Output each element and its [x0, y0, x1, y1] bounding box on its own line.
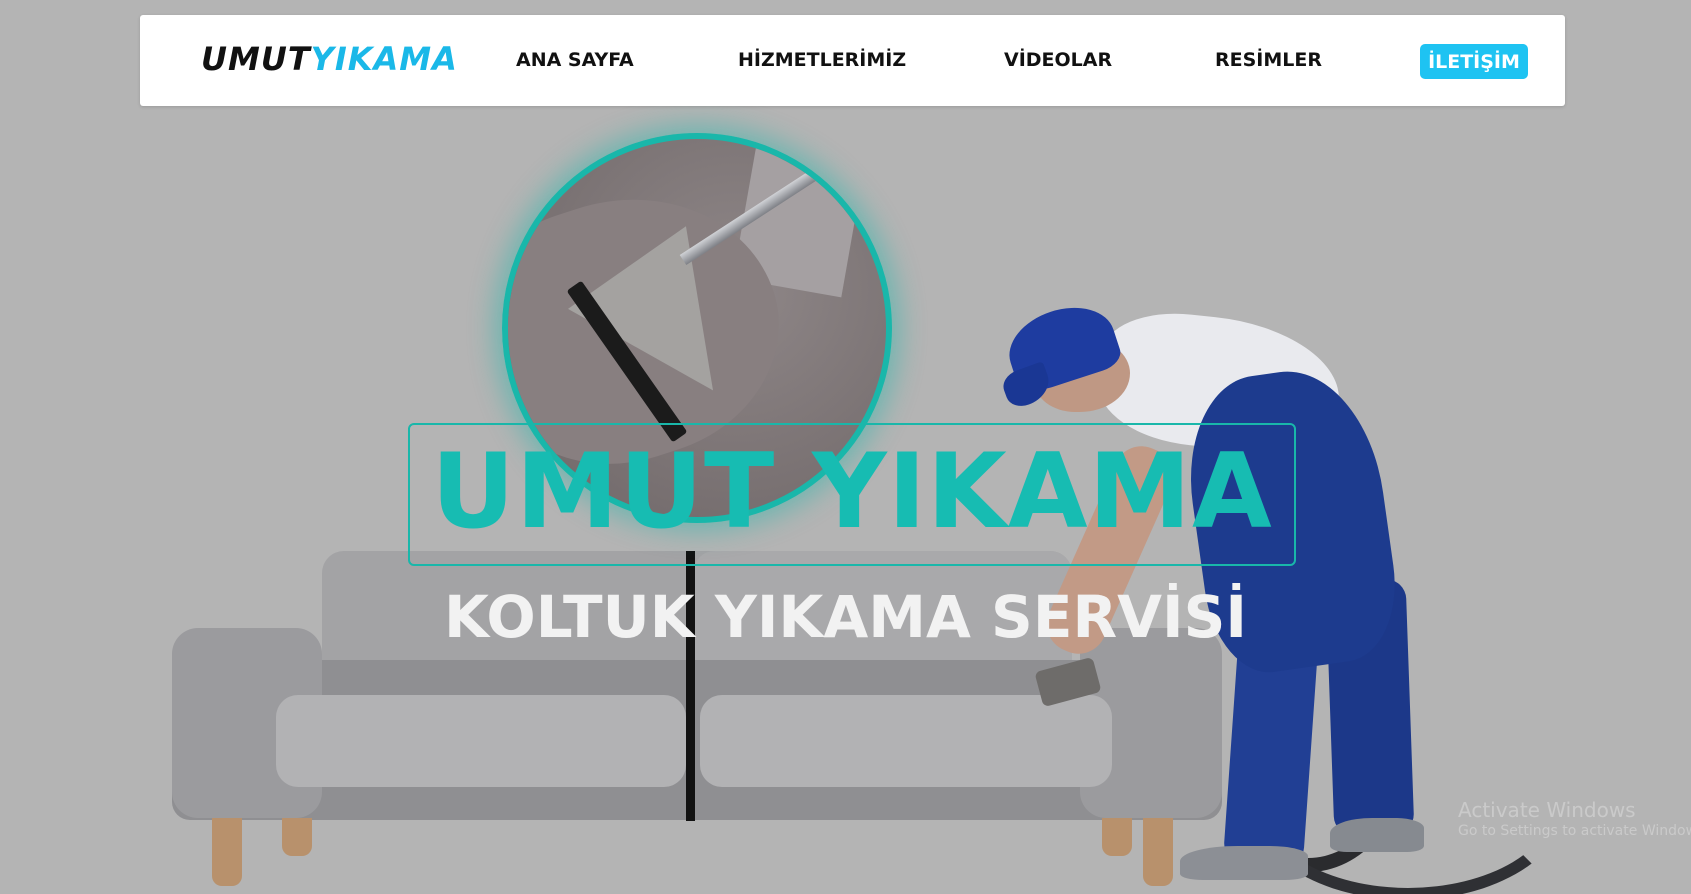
logo-text-umut: UMUT: [201, 40, 311, 78]
activate-windows-watermark: Activate Windows Go to Settings to activ…: [1458, 798, 1691, 840]
nav-link-videos[interactable]: VİDEOLAR: [1004, 49, 1112, 72]
worker-shoe: [1330, 818, 1424, 852]
contact-button[interactable]: İLETİŞİM: [1420, 44, 1528, 79]
hero-section: UMUT YIKAMA KOLTUK YIKAMA SERVİSİ: [0, 0, 1691, 894]
navbar: UMUTYIKAMA ANA SAYFA HİZMETLERİMİZ VİDEO…: [140, 15, 1565, 106]
watermark-line1: Activate Windows: [1458, 798, 1636, 822]
hero-subtitle: KOLTUK YIKAMA SERVİSİ: [444, 583, 1247, 651]
nav-link-services[interactable]: HİZMETLERİMİZ: [738, 49, 906, 72]
logo-text-yikama: YIKAMA: [310, 40, 458, 78]
watermark-line2: Go to Settings to activate Windows.: [1458, 823, 1691, 839]
nav-link-images[interactable]: RESİMLER: [1215, 49, 1322, 72]
cleaning-tool: [1034, 656, 1102, 708]
worker-shoe: [1180, 846, 1308, 880]
nav-link-home[interactable]: ANA SAYFA: [516, 49, 634, 72]
site-logo[interactable]: UMUTYIKAMA: [201, 43, 458, 75]
hero-title: UMUT YIKAMA: [431, 432, 1273, 552]
